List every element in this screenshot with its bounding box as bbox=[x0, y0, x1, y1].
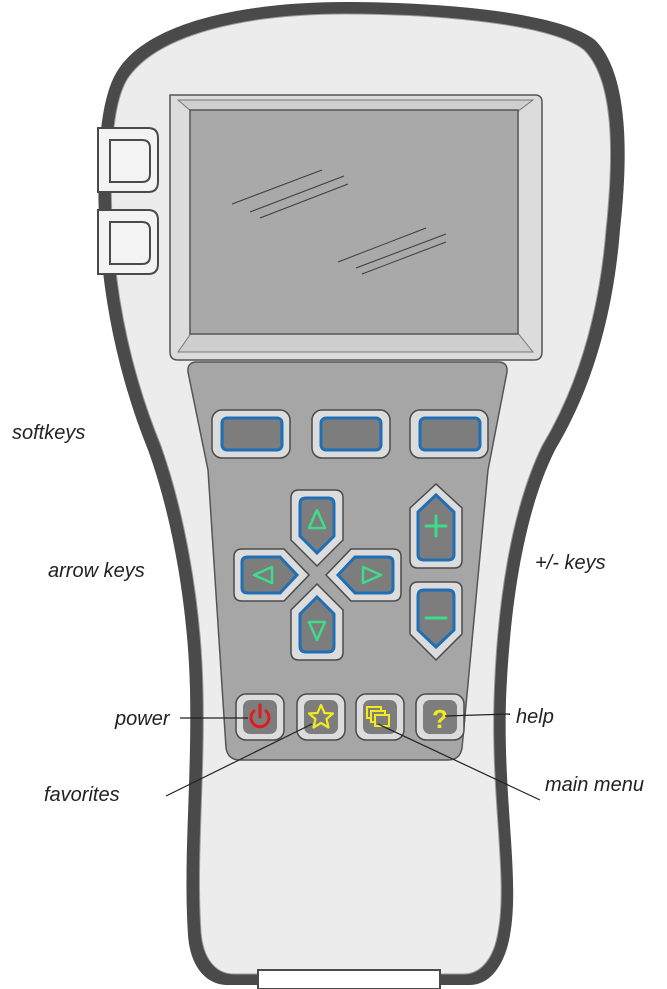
lcd-screen bbox=[189, 109, 519, 335]
handheld-programmer-diagram: ? softkeys arrow keys +/- keys power hel… bbox=[12, 2, 644, 989]
bottom-connector bbox=[257, 969, 441, 989]
label-favorites: favorites bbox=[44, 784, 120, 806]
power-key[interactable] bbox=[235, 693, 285, 741]
softkeys-row bbox=[211, 409, 489, 459]
label-help: help bbox=[516, 706, 554, 728]
help-key[interactable]: ? bbox=[415, 693, 465, 741]
display bbox=[169, 94, 543, 361]
label-power: power bbox=[114, 708, 171, 730]
label-softkeys: softkeys bbox=[12, 422, 85, 444]
label-arrow-keys: arrow keys bbox=[48, 560, 145, 582]
label-plus-minus-keys: +/- keys bbox=[535, 552, 606, 574]
question-mark-icon: ? bbox=[432, 704, 448, 734]
softkey-right[interactable] bbox=[409, 409, 489, 459]
label-main-menu: main menu bbox=[545, 774, 644, 796]
softkey-left[interactable] bbox=[211, 409, 291, 459]
display-bevel-bottom bbox=[177, 331, 535, 353]
softkey-middle[interactable] bbox=[311, 409, 391, 459]
favorites-key[interactable] bbox=[296, 693, 346, 741]
